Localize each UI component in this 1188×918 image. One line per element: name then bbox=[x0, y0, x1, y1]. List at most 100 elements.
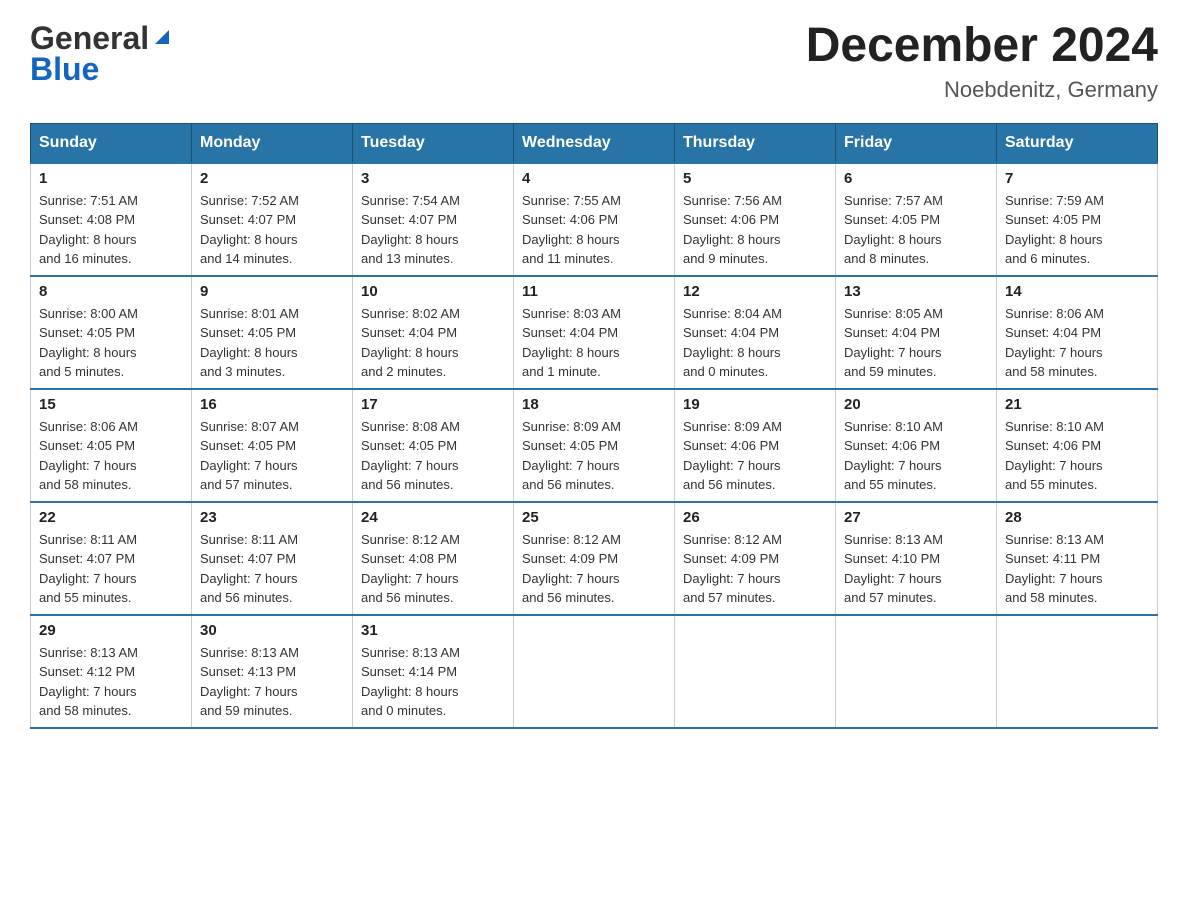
day-number: 5 bbox=[683, 170, 827, 187]
day-info: Sunrise: 8:08 AMSunset: 4:05 PMDaylight:… bbox=[361, 417, 505, 495]
table-row: 15 Sunrise: 8:06 AMSunset: 4:05 PMDaylig… bbox=[31, 389, 192, 502]
logo-triangle-icon bbox=[151, 26, 173, 48]
day-number: 20 bbox=[844, 396, 988, 413]
table-row: 17 Sunrise: 8:08 AMSunset: 4:05 PMDaylig… bbox=[353, 389, 514, 502]
day-info: Sunrise: 8:11 AMSunset: 4:07 PMDaylight:… bbox=[39, 530, 183, 608]
day-number: 25 bbox=[522, 509, 666, 526]
table-row: 5 Sunrise: 7:56 AMSunset: 4:06 PMDayligh… bbox=[675, 163, 836, 276]
day-number: 14 bbox=[1005, 283, 1149, 300]
col-wednesday: Wednesday bbox=[514, 123, 675, 163]
table-row: 24 Sunrise: 8:12 AMSunset: 4:08 PMDaylig… bbox=[353, 502, 514, 615]
table-row: 12 Sunrise: 8:04 AMSunset: 4:04 PMDaylig… bbox=[675, 276, 836, 389]
day-info: Sunrise: 8:10 AMSunset: 4:06 PMDaylight:… bbox=[844, 417, 988, 495]
table-row: 30 Sunrise: 8:13 AMSunset: 4:13 PMDaylig… bbox=[192, 615, 353, 728]
col-saturday: Saturday bbox=[997, 123, 1158, 163]
day-number: 3 bbox=[361, 170, 505, 187]
day-info: Sunrise: 8:13 AMSunset: 4:12 PMDaylight:… bbox=[39, 643, 183, 721]
calendar-week-row: 1 Sunrise: 7:51 AMSunset: 4:08 PMDayligh… bbox=[31, 163, 1158, 276]
day-info: Sunrise: 8:09 AMSunset: 4:05 PMDaylight:… bbox=[522, 417, 666, 495]
day-info: Sunrise: 8:12 AMSunset: 4:09 PMDaylight:… bbox=[522, 530, 666, 608]
title-block: December 2024 Noebdenitz, Germany bbox=[806, 20, 1158, 103]
day-number: 4 bbox=[522, 170, 666, 187]
col-tuesday: Tuesday bbox=[353, 123, 514, 163]
table-row bbox=[836, 615, 997, 728]
table-row: 2 Sunrise: 7:52 AMSunset: 4:07 PMDayligh… bbox=[192, 163, 353, 276]
day-info: Sunrise: 7:56 AMSunset: 4:06 PMDaylight:… bbox=[683, 191, 827, 269]
day-info: Sunrise: 8:06 AMSunset: 4:05 PMDaylight:… bbox=[39, 417, 183, 495]
day-info: Sunrise: 8:04 AMSunset: 4:04 PMDaylight:… bbox=[683, 304, 827, 382]
calendar-table: Sunday Monday Tuesday Wednesday Thursday… bbox=[30, 123, 1158, 729]
table-row: 25 Sunrise: 8:12 AMSunset: 4:09 PMDaylig… bbox=[514, 502, 675, 615]
day-info: Sunrise: 8:10 AMSunset: 4:06 PMDaylight:… bbox=[1005, 417, 1149, 495]
table-row: 10 Sunrise: 8:02 AMSunset: 4:04 PMDaylig… bbox=[353, 276, 514, 389]
calendar-week-row: 8 Sunrise: 8:00 AMSunset: 4:05 PMDayligh… bbox=[31, 276, 1158, 389]
day-number: 27 bbox=[844, 509, 988, 526]
col-monday: Monday bbox=[192, 123, 353, 163]
day-number: 30 bbox=[200, 622, 344, 639]
day-number: 7 bbox=[1005, 170, 1149, 187]
table-row: 19 Sunrise: 8:09 AMSunset: 4:06 PMDaylig… bbox=[675, 389, 836, 502]
day-number: 21 bbox=[1005, 396, 1149, 413]
table-row: 7 Sunrise: 7:59 AMSunset: 4:05 PMDayligh… bbox=[997, 163, 1158, 276]
table-row: 20 Sunrise: 8:10 AMSunset: 4:06 PMDaylig… bbox=[836, 389, 997, 502]
day-number: 9 bbox=[200, 283, 344, 300]
day-number: 28 bbox=[1005, 509, 1149, 526]
table-row bbox=[997, 615, 1158, 728]
day-number: 29 bbox=[39, 622, 183, 639]
day-info: Sunrise: 8:13 AMSunset: 4:14 PMDaylight:… bbox=[361, 643, 505, 721]
page-title: December 2024 bbox=[806, 20, 1158, 73]
table-row: 4 Sunrise: 7:55 AMSunset: 4:06 PMDayligh… bbox=[514, 163, 675, 276]
col-sunday: Sunday bbox=[31, 123, 192, 163]
day-info: Sunrise: 8:05 AMSunset: 4:04 PMDaylight:… bbox=[844, 304, 988, 382]
table-row: 9 Sunrise: 8:01 AMSunset: 4:05 PMDayligh… bbox=[192, 276, 353, 389]
logo: General Blue bbox=[30, 20, 173, 88]
day-info: Sunrise: 7:51 AMSunset: 4:08 PMDaylight:… bbox=[39, 191, 183, 269]
day-number: 16 bbox=[200, 396, 344, 413]
calendar-week-row: 22 Sunrise: 8:11 AMSunset: 4:07 PMDaylig… bbox=[31, 502, 1158, 615]
day-info: Sunrise: 8:13 AMSunset: 4:11 PMDaylight:… bbox=[1005, 530, 1149, 608]
table-row: 6 Sunrise: 7:57 AMSunset: 4:05 PMDayligh… bbox=[836, 163, 997, 276]
day-info: Sunrise: 8:13 AMSunset: 4:10 PMDaylight:… bbox=[844, 530, 988, 608]
day-number: 10 bbox=[361, 283, 505, 300]
day-info: Sunrise: 8:02 AMSunset: 4:04 PMDaylight:… bbox=[361, 304, 505, 382]
table-row: 26 Sunrise: 8:12 AMSunset: 4:09 PMDaylig… bbox=[675, 502, 836, 615]
day-info: Sunrise: 7:57 AMSunset: 4:05 PMDaylight:… bbox=[844, 191, 988, 269]
day-number: 15 bbox=[39, 396, 183, 413]
day-info: Sunrise: 7:55 AMSunset: 4:06 PMDaylight:… bbox=[522, 191, 666, 269]
table-row: 23 Sunrise: 8:11 AMSunset: 4:07 PMDaylig… bbox=[192, 502, 353, 615]
table-row: 8 Sunrise: 8:00 AMSunset: 4:05 PMDayligh… bbox=[31, 276, 192, 389]
table-row: 29 Sunrise: 8:13 AMSunset: 4:12 PMDaylig… bbox=[31, 615, 192, 728]
logo-blue-text: Blue bbox=[30, 51, 99, 88]
day-info: Sunrise: 8:00 AMSunset: 4:05 PMDaylight:… bbox=[39, 304, 183, 382]
table-row: 16 Sunrise: 8:07 AMSunset: 4:05 PMDaylig… bbox=[192, 389, 353, 502]
day-number: 17 bbox=[361, 396, 505, 413]
table-row: 18 Sunrise: 8:09 AMSunset: 4:05 PMDaylig… bbox=[514, 389, 675, 502]
day-number: 1 bbox=[39, 170, 183, 187]
table-row: 1 Sunrise: 7:51 AMSunset: 4:08 PMDayligh… bbox=[31, 163, 192, 276]
day-info: Sunrise: 7:59 AMSunset: 4:05 PMDaylight:… bbox=[1005, 191, 1149, 269]
day-info: Sunrise: 8:09 AMSunset: 4:06 PMDaylight:… bbox=[683, 417, 827, 495]
day-number: 22 bbox=[39, 509, 183, 526]
day-number: 26 bbox=[683, 509, 827, 526]
calendar-week-row: 15 Sunrise: 8:06 AMSunset: 4:05 PMDaylig… bbox=[31, 389, 1158, 502]
day-info: Sunrise: 8:06 AMSunset: 4:04 PMDaylight:… bbox=[1005, 304, 1149, 382]
table-row: 3 Sunrise: 7:54 AMSunset: 4:07 PMDayligh… bbox=[353, 163, 514, 276]
day-number: 11 bbox=[522, 283, 666, 300]
day-info: Sunrise: 7:54 AMSunset: 4:07 PMDaylight:… bbox=[361, 191, 505, 269]
day-info: Sunrise: 8:12 AMSunset: 4:08 PMDaylight:… bbox=[361, 530, 505, 608]
table-row bbox=[514, 615, 675, 728]
day-number: 24 bbox=[361, 509, 505, 526]
day-info: Sunrise: 7:52 AMSunset: 4:07 PMDaylight:… bbox=[200, 191, 344, 269]
day-info: Sunrise: 8:03 AMSunset: 4:04 PMDaylight:… bbox=[522, 304, 666, 382]
table-row bbox=[675, 615, 836, 728]
day-number: 18 bbox=[522, 396, 666, 413]
day-number: 2 bbox=[200, 170, 344, 187]
page-header: General Blue December 2024 Noebdenitz, G… bbox=[30, 20, 1158, 103]
table-row: 13 Sunrise: 8:05 AMSunset: 4:04 PMDaylig… bbox=[836, 276, 997, 389]
day-info: Sunrise: 8:13 AMSunset: 4:13 PMDaylight:… bbox=[200, 643, 344, 721]
calendar-week-row: 29 Sunrise: 8:13 AMSunset: 4:12 PMDaylig… bbox=[31, 615, 1158, 728]
day-number: 12 bbox=[683, 283, 827, 300]
table-row: 11 Sunrise: 8:03 AMSunset: 4:04 PMDaylig… bbox=[514, 276, 675, 389]
day-number: 8 bbox=[39, 283, 183, 300]
day-number: 19 bbox=[683, 396, 827, 413]
